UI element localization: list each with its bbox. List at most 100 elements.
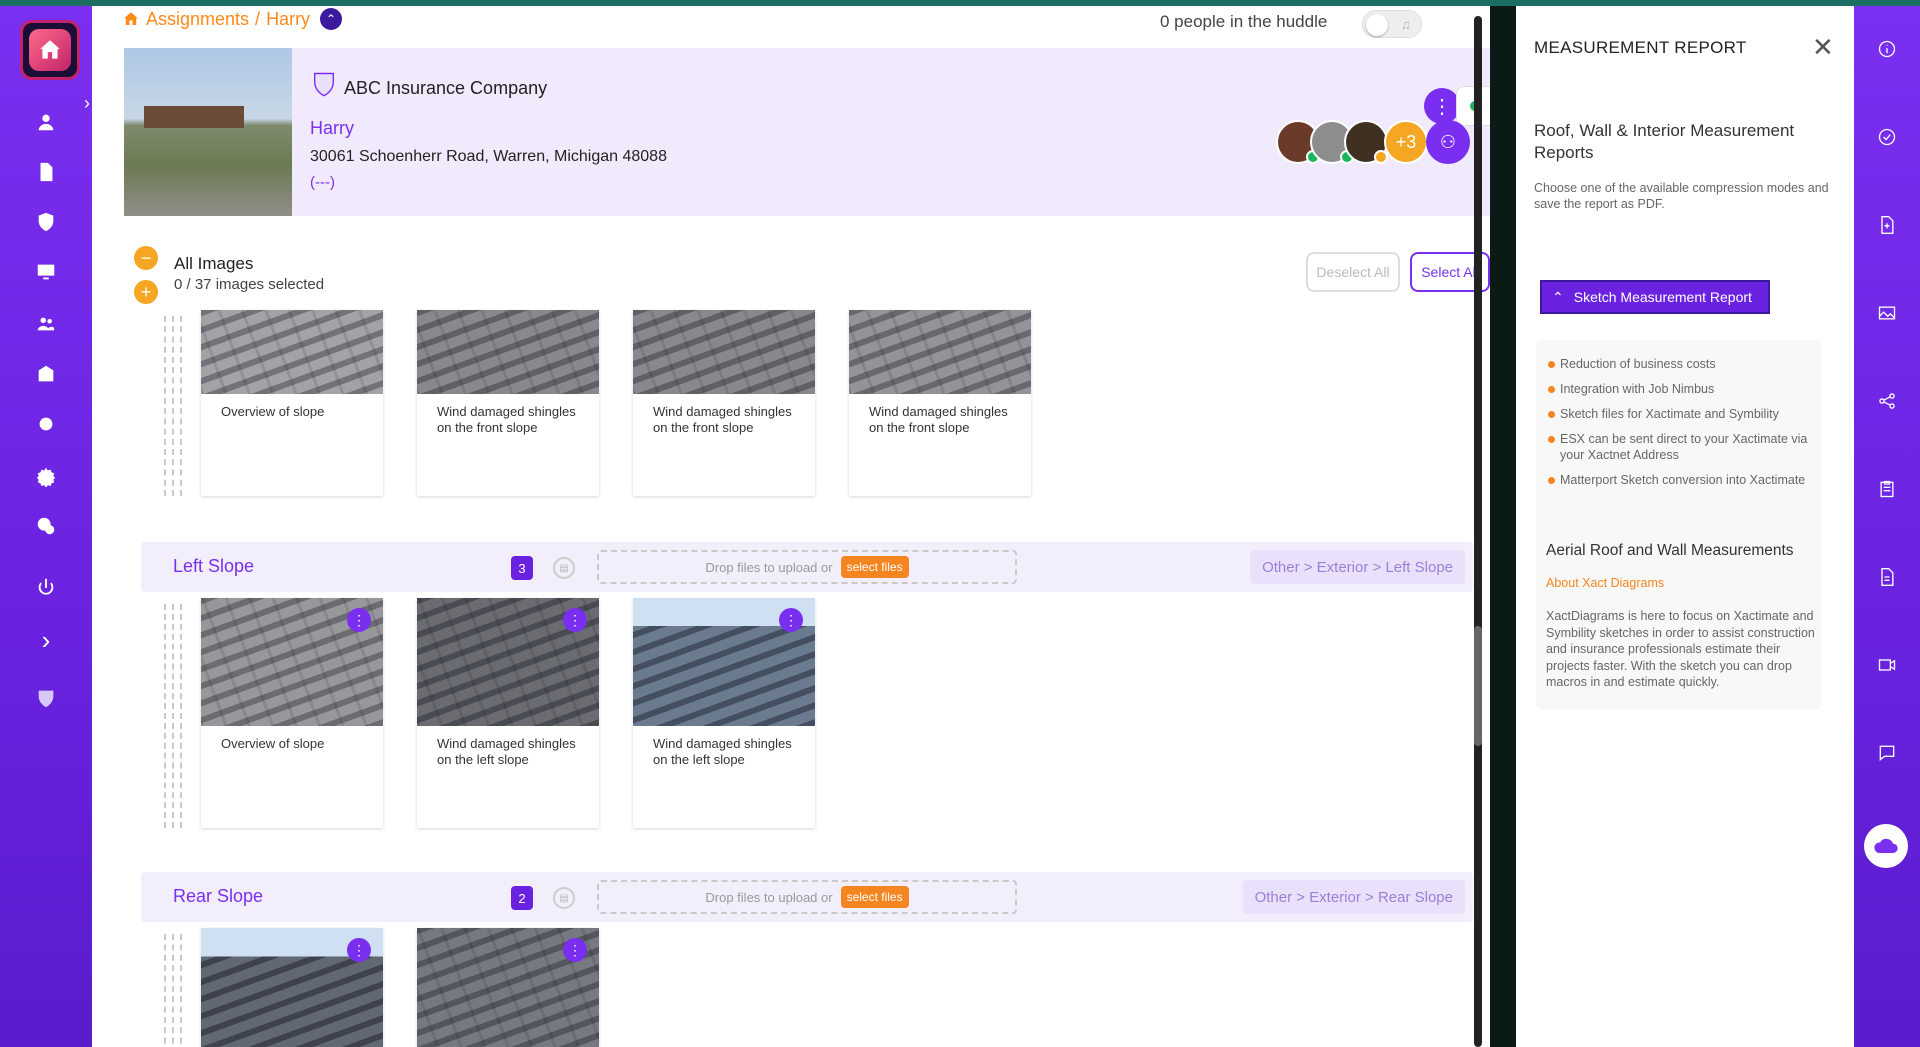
drop-zone[interactable]: Drop files to upload or select files [597, 880, 1017, 914]
drop-text: Drop files to upload or [705, 559, 833, 575]
scrollbar-thumb[interactable] [1474, 626, 1482, 746]
roof-photo [849, 310, 1031, 394]
phone-number[interactable]: (---) [310, 174, 335, 191]
breadcrumb: Assignments / Harry ⌃ [122, 8, 343, 30]
cloud-icon[interactable] [1864, 824, 1908, 868]
image-menu-icon[interactable]: ⋮ [347, 938, 371, 962]
chevron-up-icon[interactable]: ⌃ [320, 8, 343, 30]
add-user-icon[interactable]: ⚇ [1426, 120, 1470, 164]
section-count-badge: 3 [511, 556, 533, 580]
drop-text: Drop files to upload or [705, 889, 833, 905]
tree-guide [180, 604, 182, 828]
image-card[interactable]: ⋮ [201, 928, 383, 1047]
monitor-icon[interactable] [30, 256, 62, 288]
file-add-icon[interactable] [1874, 212, 1900, 238]
drop-zone[interactable]: Drop files to upload or select files [597, 550, 1017, 584]
toggle-knob [1366, 14, 1388, 36]
avatar[interactable] [1344, 120, 1388, 164]
list-item: Sketch files for Xactimate and Symbility [1548, 406, 1812, 422]
more-people-badge[interactable]: +3 [1384, 120, 1428, 164]
right-icon-bar [1854, 6, 1920, 1047]
report-icon[interactable] [1874, 564, 1900, 590]
roof-photo: ⋮ [633, 598, 815, 726]
chat-icon[interactable] [1874, 740, 1900, 766]
video-icon[interactable] [1874, 652, 1900, 678]
user-icon[interactable] [30, 106, 62, 138]
huddle-status: 0 people in the huddle [1160, 12, 1328, 31]
status-dropdown[interactable]: ⌄ [1456, 86, 1490, 126]
about-xact-diagrams-link[interactable]: About Xact Diagrams [1546, 576, 1664, 590]
app-logo[interactable] [20, 20, 80, 80]
team-icon[interactable] [30, 308, 62, 340]
image-card[interactable]: ⋮ [417, 928, 599, 1047]
list-item: Integration with Job Nimbus [1548, 381, 1812, 397]
tree-guide [180, 316, 182, 496]
image-card[interactable]: ⋮ Overview of slope [201, 598, 383, 828]
help-chat-icon[interactable] [30, 510, 62, 542]
image-card[interactable]: Wind damaged shingles on the front slope [633, 310, 815, 496]
image-caption: Wind damaged shingles on the front slope [653, 404, 792, 435]
tree-guide [172, 316, 174, 496]
image-menu-icon[interactable]: ⋮ [779, 608, 803, 632]
image-card[interactable]: Wind damaged shingles on the front slope [849, 310, 1031, 496]
building-info-icon[interactable] [30, 358, 62, 390]
select-files-button[interactable]: select files [840, 886, 909, 908]
deselect-all-button[interactable]: Deselect All [1306, 252, 1400, 292]
huddle-toggle[interactable]: ♫ [1362, 10, 1422, 38]
shield-check-icon[interactable] [30, 206, 62, 238]
panel-description: Choose one of the available compression … [1534, 181, 1829, 211]
roof-photo [201, 310, 383, 394]
image-caption: Overview of slope [221, 736, 325, 751]
close-icon[interactable]: ✕ [1812, 34, 1834, 60]
settings-cog-icon[interactable] [30, 460, 62, 492]
category-path[interactable]: Other > Exterior > Left Slope [1250, 550, 1465, 584]
gear-icon[interactable] [30, 408, 62, 440]
section-title[interactable]: Rear Slope [173, 886, 263, 907]
image-menu-icon[interactable]: ⋮ [347, 608, 371, 632]
roof-photo: ⋮ [417, 598, 599, 726]
insured-name[interactable]: Harry [310, 118, 354, 139]
image-card[interactable]: ⋮ Wind damaged shingles on the left slop… [417, 598, 599, 828]
image-card[interactable]: Overview of slope [201, 310, 383, 496]
list-item: Reduction of business costs [1548, 356, 1812, 372]
panel-title: MEASUREMENT REPORT [1534, 38, 1747, 57]
section-title[interactable]: Left Slope [173, 556, 254, 577]
tree-guide [164, 604, 166, 828]
power-icon[interactable] [30, 572, 62, 604]
aerial-heading: Aerial Roof and Wall Measurements [1546, 542, 1794, 559]
document-icon[interactable] [30, 156, 62, 188]
clipboard-icon[interactable] [1874, 476, 1900, 502]
sketch-measurement-report-button[interactable]: ⌃ Sketch Measurement Report [1540, 280, 1770, 314]
share-icon[interactable] [1874, 388, 1900, 414]
select-files-button[interactable]: select files [840, 556, 909, 578]
category-path[interactable]: Other > Exterior > Rear Slope [1242, 880, 1465, 914]
chevron-right-icon[interactable]: › [30, 624, 62, 656]
image-caption: Wind damaged shingles on the left slope [653, 736, 792, 767]
property-address: 30061 Schoenherr Road, Warren, Michigan … [310, 148, 667, 165]
collapse-all-icon[interactable]: − [134, 246, 158, 270]
image-menu-icon[interactable]: ⋮ [563, 938, 587, 962]
main-scrollbar[interactable] [1474, 16, 1482, 1047]
all-images-title: All Images [174, 254, 254, 273]
gallery-icon[interactable] [1874, 300, 1900, 326]
note-icon[interactable]: ▤ [553, 887, 575, 909]
list-item: ESX can be sent direct to your Xactimate… [1548, 431, 1812, 463]
section-count-badge: 2 [511, 886, 533, 910]
breadcrumb-assignments-link[interactable]: Assignments [146, 9, 249, 30]
expand-all-icon[interactable]: + [134, 280, 158, 304]
home-icon[interactable] [122, 10, 140, 28]
image-card[interactable]: ⋮ Wind damaged shingles on the left slop… [633, 598, 815, 828]
property-photo[interactable] [124, 48, 292, 216]
info-icon[interactable] [1874, 36, 1900, 62]
image-caption: Overview of slope [221, 404, 325, 419]
more-options-icon[interactable]: ⋮ [1424, 88, 1460, 124]
xact-description: XactDiagrams is here to focus on Xactima… [1546, 609, 1815, 689]
note-icon[interactable]: ▤ [553, 557, 575, 579]
roof-photo [417, 310, 599, 394]
image-menu-icon[interactable]: ⋮ [563, 608, 587, 632]
image-card[interactable]: Wind damaged shingles on the front slope [417, 310, 599, 496]
chevron-down-icon: ⌄ [1488, 98, 1490, 115]
tree-guide [172, 934, 174, 1047]
check-circle-icon[interactable] [1874, 124, 1900, 150]
panel-heading: Roof, Wall & Interior Measurement Report… [1534, 121, 1795, 162]
